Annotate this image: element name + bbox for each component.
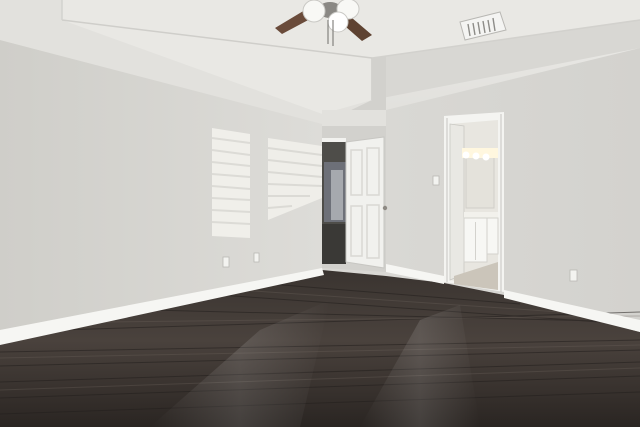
light-switch[interactable] bbox=[432, 175, 440, 186]
bedroom-photo bbox=[0, 0, 640, 427]
hall-doorway bbox=[322, 138, 346, 264]
doorway-to-bathroom[interactable] bbox=[444, 112, 504, 292]
wall-outlet-right bbox=[569, 269, 578, 282]
door-knob[interactable] bbox=[382, 205, 388, 211]
open-door-to-hall[interactable] bbox=[345, 136, 388, 269]
wall-outlet-left bbox=[222, 256, 230, 268]
wall-outlet-center bbox=[253, 252, 260, 263]
bathroom-vanity bbox=[462, 148, 499, 263]
